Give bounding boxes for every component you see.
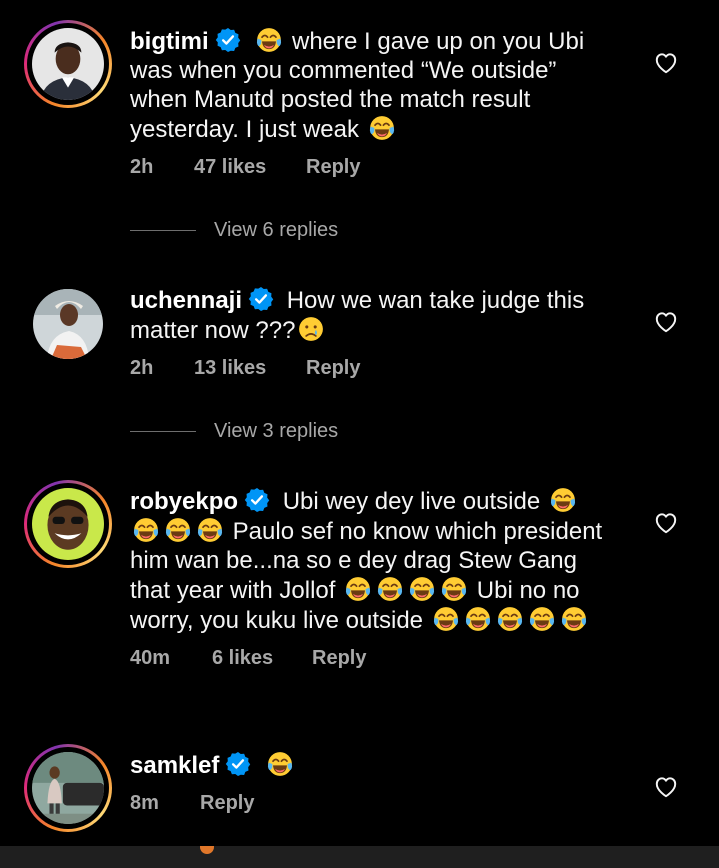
comment-meta: 40m 6 likes Reply xyxy=(130,647,610,670)
like-heart-icon[interactable] xyxy=(653,510,679,536)
username[interactable]: samklef xyxy=(130,752,219,779)
laugh-emoji-icon xyxy=(440,575,468,603)
reply-button[interactable]: Reply xyxy=(200,792,254,815)
verified-badge-icon xyxy=(215,27,241,53)
avatar[interactable] xyxy=(33,289,103,359)
likes-count[interactable]: 47 likes xyxy=(194,156,306,179)
comment-meta: 8m Reply xyxy=(130,792,610,815)
avatar-ring[interactable] xyxy=(24,744,112,832)
verified-badge-icon xyxy=(248,286,274,312)
avatar-image xyxy=(32,752,104,824)
laugh-emoji-icon xyxy=(464,605,492,633)
like-heart-icon[interactable] xyxy=(653,50,679,76)
laugh-emoji-icon xyxy=(560,605,588,633)
username[interactable]: uchennaji xyxy=(130,287,242,314)
likes-count[interactable]: 6 likes xyxy=(212,647,312,670)
avatar-image xyxy=(33,289,103,359)
laugh-emoji-icon xyxy=(255,26,283,54)
laugh-emoji-icon xyxy=(196,516,224,544)
username[interactable]: bigtimi xyxy=(130,28,209,55)
comment-meta: 2h 47 likes Reply xyxy=(130,156,610,179)
comment-body-line-1: Ubi wey dey live outside xyxy=(282,488,541,515)
comment-meta: 2h 13 likes Reply xyxy=(130,357,610,380)
view-replies-label: View 6 replies xyxy=(214,219,339,241)
laugh-emoji-icon xyxy=(549,486,577,514)
like-heart-icon[interactable] xyxy=(653,774,679,800)
avatar-image xyxy=(32,28,104,100)
like-heart-icon[interactable] xyxy=(653,309,679,335)
comment-text: robyekpo Ubi wey dey live outside Paulo … xyxy=(130,486,610,635)
avatar[interactable] xyxy=(32,752,104,824)
laugh-emoji-icon xyxy=(344,575,372,603)
comments-feed: bigtimi where I gave up on you Ubi was w… xyxy=(0,0,719,868)
comment-time: 2h xyxy=(130,156,154,178)
comment-text: uchennaji How we wan take judge this mat… xyxy=(130,286,610,345)
view-replies-label: View 3 replies xyxy=(214,420,339,442)
laugh-emoji-icon xyxy=(368,114,396,142)
crying-emoji-icon xyxy=(297,315,325,343)
reply-button[interactable]: Reply xyxy=(306,156,360,179)
divider-line xyxy=(130,230,196,231)
comment-time: 40m xyxy=(130,647,171,669)
comment-text: samklef xyxy=(130,750,610,780)
laugh-emoji-icon xyxy=(132,516,160,544)
verified-badge-icon xyxy=(244,487,270,513)
comment-time: 2h xyxy=(130,357,154,379)
laugh-emoji-icon xyxy=(432,605,460,633)
view-replies-button[interactable]: View 6 replies xyxy=(130,219,338,242)
laugh-emoji-icon xyxy=(164,516,192,544)
reply-button[interactable]: Reply xyxy=(312,647,366,670)
verified-badge-icon xyxy=(225,751,251,777)
comment-time: 8m xyxy=(130,792,159,814)
comment-text: bigtimi where I gave up on you Ubi was w… xyxy=(130,26,610,144)
laugh-emoji-icon xyxy=(376,575,404,603)
avatar[interactable] xyxy=(32,488,104,560)
reply-button[interactable]: Reply xyxy=(306,357,360,380)
avatar-ring[interactable] xyxy=(24,480,112,568)
likes-count[interactable]: 13 likes xyxy=(194,357,306,380)
divider-line xyxy=(130,431,196,432)
laugh-emoji-icon xyxy=(266,750,294,778)
partial-element xyxy=(200,846,214,854)
avatar-image xyxy=(32,488,104,560)
laugh-emoji-icon xyxy=(528,605,556,633)
bottom-bar xyxy=(0,846,719,868)
avatar-ring[interactable] xyxy=(24,20,112,108)
username[interactable]: robyekpo xyxy=(130,488,238,515)
avatar-ring[interactable] xyxy=(24,280,112,368)
laugh-emoji-icon xyxy=(408,575,436,603)
laugh-emoji-icon xyxy=(496,605,524,633)
avatar[interactable] xyxy=(32,28,104,100)
view-replies-button[interactable]: View 3 replies xyxy=(130,420,338,443)
